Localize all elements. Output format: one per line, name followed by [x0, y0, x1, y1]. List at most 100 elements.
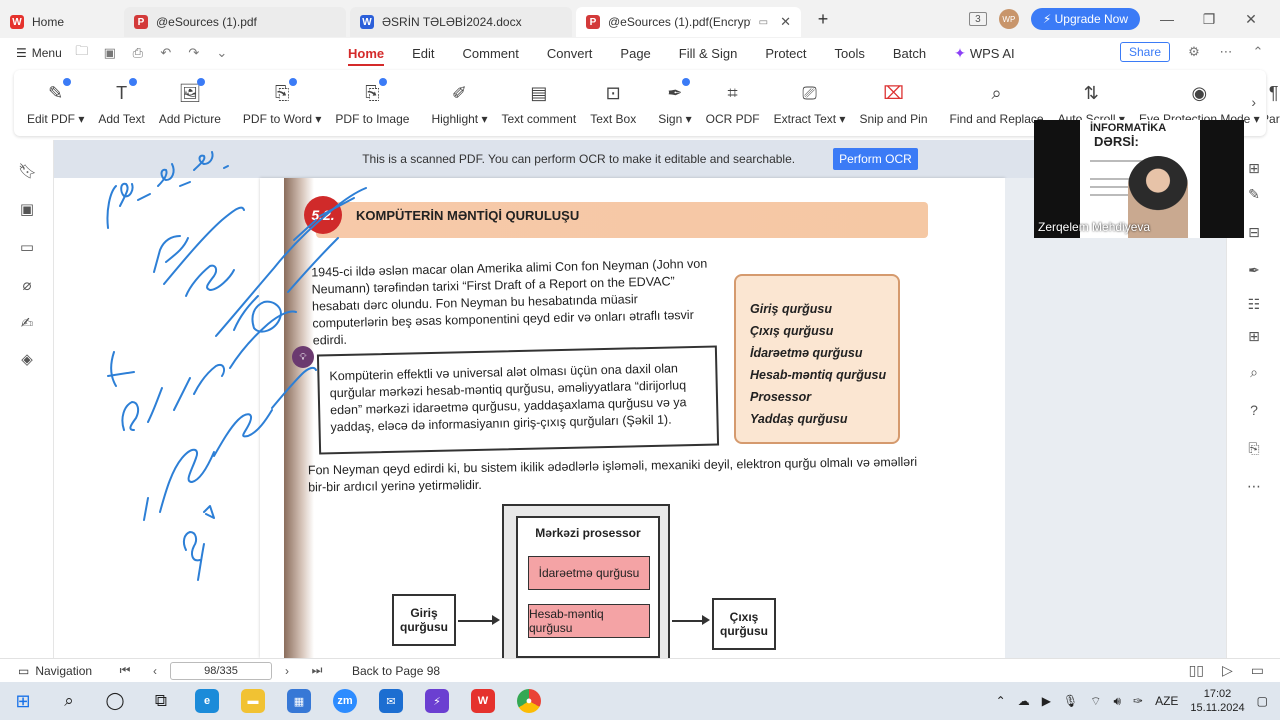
video-call-overlay[interactable]: İNFORMATİKA DƏRSİ: Zerqelem Mehdiyeva: [1034, 120, 1244, 238]
restore-icon[interactable]: ❐: [1194, 11, 1224, 28]
collapse-ribbon-icon[interactable]: ⌃: [1250, 44, 1266, 60]
chevron-down-icon[interactable]: ⌄: [214, 45, 230, 61]
add-text-button[interactable]: T Add Text: [91, 73, 151, 133]
page-number-input[interactable]: 98/335: [170, 661, 272, 680]
pen-icon[interactable]: ✑: [1133, 694, 1143, 708]
clock[interactable]: 17:02 15.11.2024: [1190, 687, 1244, 715]
sign-button[interactable]: ✒ Sign ▾: [651, 73, 698, 133]
edit-icon[interactable]: ✎: [1245, 186, 1263, 203]
ribbon-tab-home[interactable]: Home: [334, 38, 398, 68]
edit-pdf-button[interactable]: ✎ Edit PDF ▾: [20, 73, 91, 133]
properties-icon[interactable]: ☷: [1245, 296, 1263, 313]
back-to-page-link[interactable]: Back to Page 98: [352, 664, 440, 678]
close-tab-icon[interactable]: ✕: [780, 14, 791, 30]
power-automate-icon[interactable]: ⚡: [414, 682, 460, 720]
comment-icon[interactable]: ▭: [18, 238, 36, 256]
input-device-box: Giriş qurğusu: [392, 594, 456, 646]
minimize-icon[interactable]: —: [1152, 11, 1182, 27]
settings-gear-icon[interactable]: ⚙: [1186, 44, 1202, 60]
reader-icon[interactable]: ⎘: [1245, 440, 1263, 457]
ribbon-tab-edit[interactable]: Edit: [398, 38, 448, 68]
first-page-icon[interactable]: ⏮: [110, 663, 140, 678]
network-icon[interactable]: ⌔: [1090, 694, 1101, 709]
ribbon-tab-comment[interactable]: Comment: [449, 38, 533, 68]
pdf-to-image-button[interactable]: ⎘ PDF to Image: [328, 73, 416, 133]
mail-icon[interactable]: ✉: [368, 682, 414, 720]
ribbon-tab-page[interactable]: Page: [606, 38, 664, 68]
para-button[interactable]: ¶Para: [1267, 73, 1280, 133]
search-icon[interactable]: ⌕: [46, 682, 92, 720]
play-icon[interactable]: ▷: [1222, 662, 1233, 679]
thumbnail-icon[interactable]: ▣: [18, 200, 36, 218]
more-tools-icon[interactable]: ⋯: [1245, 478, 1263, 495]
pdf-to-word-button[interactable]: ⎘ PDF to Word ▾: [236, 73, 329, 133]
ocr-pdf-button[interactable]: ⌗ OCR PDF: [699, 73, 767, 133]
zoom-icon[interactable]: zm: [322, 682, 368, 720]
text-box-button[interactable]: ⊡ Text Box: [583, 73, 643, 133]
tab-esources-encrypted[interactable]: P @eSources (1).pdf(Encrypted) ▭ ✕: [576, 7, 801, 37]
notifications-icon[interactable]: ▢: [1257, 694, 1268, 708]
chrome-icon[interactable]: ●: [506, 682, 552, 720]
new-tab-button[interactable]: +: [809, 9, 837, 30]
volume-icon[interactable]: 🔊︎: [1113, 694, 1121, 709]
text-comment-button[interactable]: ▤ Text comment: [495, 73, 584, 133]
extract-text-button[interactable]: ⎚ Extract Text ▾: [767, 73, 853, 133]
tab-esources-pdf[interactable]: P @eSources (1).pdf: [124, 7, 346, 37]
microphone-icon[interactable]: 🎙︎: [1063, 694, 1078, 708]
output-device-box: Çıxış qurğusu: [712, 598, 776, 650]
perform-ocr-button[interactable]: Perform OCR: [833, 148, 918, 170]
stamp-icon[interactable]: ✒: [1245, 262, 1263, 279]
bookmark-icon[interactable]: 🔖︎: [18, 162, 37, 180]
signature-icon[interactable]: ✍: [18, 314, 36, 332]
user-avatar[interactable]: WP: [998, 9, 1019, 29]
share-button[interactable]: Share: [1119, 42, 1170, 62]
reading-mode-icon[interactable]: ▯▯: [1189, 662, 1204, 679]
layers-icon[interactable]: ◈: [18, 350, 36, 368]
snip-and-pin-button[interactable]: ⌧ Snip and Pin: [852, 73, 934, 133]
task-view-icon[interactable]: ⧉: [138, 682, 184, 720]
toolbar-scroll-right-icon[interactable]: ›: [1251, 94, 1256, 110]
save-icon[interactable]: ▣: [102, 45, 118, 61]
edge-browser-icon[interactable]: e: [184, 682, 230, 720]
close-window-icon[interactable]: ✕: [1236, 11, 1266, 28]
page-manage-icon[interactable]: ⊞: [1245, 328, 1263, 345]
open-folder-icon[interactable]: 🗀: [74, 42, 90, 64]
translate-icon[interactable]: ⊞: [1245, 160, 1263, 177]
navigation-toggle[interactable]: ▭ Navigation: [0, 664, 110, 678]
redo-icon[interactable]: ↷: [186, 45, 202, 61]
monitor-icon[interactable]: ▭: [759, 17, 768, 28]
attachment-icon[interactable]: ⌀: [18, 276, 36, 294]
file-explorer-icon[interactable]: ▬: [230, 682, 276, 720]
chevron-up-icon[interactable]: ⌃: [996, 694, 1006, 708]
ribbon-tab-tools[interactable]: Tools: [821, 38, 879, 68]
ribbon-tab-fill-sign[interactable]: Fill & Sign: [665, 38, 752, 68]
camera-icon[interactable]: ▶: [1042, 694, 1051, 708]
print-icon[interactable]: ⎙: [130, 45, 146, 61]
cloud-icon[interactable]: ☁: [1018, 694, 1030, 708]
view-mode-icon[interactable]: ▭: [1251, 662, 1264, 679]
undo-icon[interactable]: ↶: [158, 45, 174, 61]
menu-button[interactable]: ☰ Menu: [16, 46, 62, 60]
language-indicator[interactable]: AZE: [1155, 694, 1178, 708]
upgrade-now-button[interactable]: ⚡ Upgrade Now: [1030, 8, 1140, 30]
prev-page-icon[interactable]: ‹: [140, 664, 170, 678]
window-count-badge[interactable]: 3: [968, 12, 987, 26]
search-icon[interactable]: ⌕: [1245, 364, 1263, 381]
start-button[interactable]: ⊞: [0, 682, 46, 720]
more-icon[interactable]: ⋯: [1218, 44, 1234, 60]
next-page-icon[interactable]: ›: [272, 664, 302, 678]
store-icon[interactable]: ▦: [276, 682, 322, 720]
adjust-icon[interactable]: ⊟: [1245, 224, 1263, 241]
cortana-icon[interactable]: ◯: [92, 682, 138, 720]
wps-ai-button[interactable]: ✦ WPS AI: [940, 38, 1029, 68]
ribbon-tab-protect[interactable]: Protect: [751, 38, 820, 68]
wps-office-icon[interactable]: W: [460, 682, 506, 720]
last-page-icon[interactable]: ⏭: [302, 663, 332, 678]
ribbon-tab-convert[interactable]: Convert: [533, 38, 607, 68]
help-icon[interactable]: ?: [1245, 402, 1263, 418]
tab-esrin-docx[interactable]: W ƏSRİN TƏLƏBİ2024.docx: [350, 7, 572, 37]
ribbon-tab-batch[interactable]: Batch: [879, 38, 940, 68]
add-picture-button[interactable]: 🖼 Add Picture: [152, 73, 228, 133]
highlight-button[interactable]: ✐ Highlight ▾: [424, 73, 494, 133]
tab-home[interactable]: W Home: [0, 7, 118, 37]
